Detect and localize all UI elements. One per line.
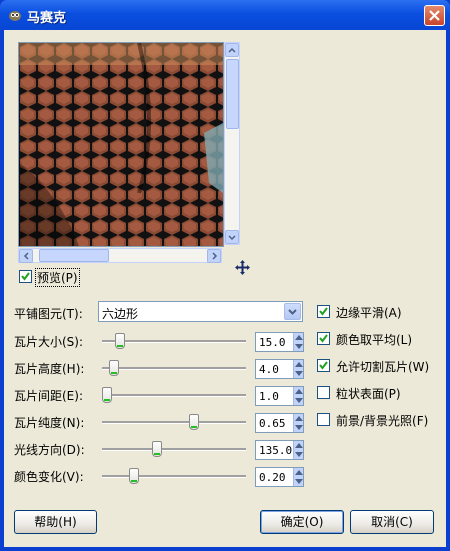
option-label-fg-bg-lighting[interactable]: 前景/背景光照(F) bbox=[336, 412, 428, 429]
spin-down-button[interactable] bbox=[293, 450, 303, 459]
triangle-up-icon bbox=[295, 389, 303, 394]
tile-size-slider-handle[interactable] bbox=[115, 333, 126, 349]
tile-height-value[interactable]: 4.0 bbox=[259, 363, 279, 376]
triangle-down-icon bbox=[295, 425, 303, 430]
tile-spacing-slider-handle[interactable] bbox=[102, 387, 112, 403]
move-navigate-icon[interactable] bbox=[235, 260, 250, 275]
scroll-right-button[interactable] bbox=[207, 249, 221, 263]
preview-checkbox[interactable] bbox=[19, 270, 32, 283]
light-direction-slider-track[interactable] bbox=[102, 448, 246, 451]
tile-primitive-value: 六边形 bbox=[102, 307, 139, 321]
cancel-button[interactable]: 取消(C) bbox=[350, 510, 434, 534]
dialog-window: 马赛克 预览(P) 平铺图元(T): 六边形 瓦片大小(S): 15.0 瓦片高… bbox=[0, 0, 450, 551]
tile-neatness-spinbox[interactable]: 0.65 bbox=[255, 413, 304, 433]
triangle-down-icon bbox=[295, 371, 303, 376]
checkmark-icon bbox=[21, 272, 30, 281]
chevron-down-icon bbox=[228, 235, 236, 241]
gimp-icon bbox=[9, 11, 21, 21]
color-variation-slider-track[interactable] bbox=[102, 475, 246, 478]
tile-spacing-spinbox[interactable]: 1.0 bbox=[255, 386, 304, 406]
dropdown-button[interactable] bbox=[284, 303, 301, 320]
preview-image[interactable] bbox=[18, 42, 224, 247]
ok-button[interactable]: 确定(O) bbox=[260, 510, 344, 534]
tile-size-label: 瓦片大小(S): bbox=[14, 335, 84, 349]
title-bar[interactable]: 马赛克 bbox=[0, 0, 450, 30]
dialog-body: 预览(P) 平铺图元(T): 六边形 瓦片大小(S): 15.0 瓦片高度(H): 4… bbox=[4, 30, 446, 547]
option-label-antialiasing[interactable]: 边缘平滑(A) bbox=[336, 304, 402, 321]
tile-size-value[interactable]: 15.0 bbox=[259, 336, 286, 349]
spin-up-button[interactable] bbox=[293, 387, 303, 396]
color-variation-value[interactable]: 0.20 bbox=[259, 471, 286, 484]
scroll-down-button[interactable] bbox=[225, 230, 239, 244]
help-button[interactable]: 帮助(H) bbox=[14, 510, 97, 534]
spin-up-button[interactable] bbox=[293, 468, 303, 477]
option-checkbox-pitted-surfaces[interactable] bbox=[317, 386, 330, 399]
spin-up-button[interactable] bbox=[293, 414, 303, 423]
light-direction-slider-handle[interactable] bbox=[152, 441, 163, 457]
tile-height-slider-track[interactable] bbox=[102, 367, 246, 370]
color-variation-spinbox[interactable]: 0.20 bbox=[255, 467, 304, 487]
light-direction-label: 光线方向(D): bbox=[14, 443, 85, 457]
close-icon bbox=[429, 10, 440, 21]
window-title: 马赛克 bbox=[27, 11, 67, 26]
spin-up-button[interactable] bbox=[293, 360, 303, 369]
tile-neatness-value[interactable]: 0.65 bbox=[259, 417, 286, 430]
preview-label[interactable]: 预览(P) bbox=[35, 268, 80, 287]
preview-area bbox=[18, 42, 250, 276]
tile-neatness-label: 瓦片纯度(N): bbox=[14, 416, 85, 430]
scroll-left-button[interactable] bbox=[19, 249, 33, 263]
option-label-allow-split-tiles[interactable]: 允许切割瓦片(W) bbox=[336, 358, 429, 375]
spin-down-button[interactable] bbox=[293, 369, 303, 378]
tile-size-spinbox[interactable]: 15.0 bbox=[255, 332, 304, 352]
light-direction-value[interactable]: 135.0 bbox=[259, 444, 292, 457]
option-label-pitted-surfaces[interactable]: 粒状表面(P) bbox=[336, 385, 401, 402]
triangle-up-icon bbox=[295, 443, 303, 448]
triangle-up-icon bbox=[295, 470, 303, 475]
chevron-down-icon bbox=[288, 309, 297, 315]
tile-height-spinbox[interactable]: 4.0 bbox=[255, 359, 304, 379]
tile-neatness-slider-handle[interactable] bbox=[189, 414, 200, 430]
spin-down-button[interactable] bbox=[293, 396, 303, 405]
chevron-right-icon bbox=[212, 252, 218, 260]
scroll-thumb-horizontal[interactable] bbox=[39, 249, 109, 262]
triangle-up-icon bbox=[295, 335, 303, 340]
triangle-down-icon bbox=[295, 479, 303, 484]
tile-spacing-value[interactable]: 1.0 bbox=[259, 390, 279, 403]
triangle-down-icon bbox=[295, 344, 303, 349]
tile-height-label: 瓦片高度(H): bbox=[14, 362, 85, 376]
option-label-color-averaging[interactable]: 颜色取平均(L) bbox=[336, 331, 412, 348]
tile-primitive-label: 平铺图元(T): bbox=[14, 307, 83, 321]
triangle-down-icon bbox=[295, 452, 303, 457]
tile-neatness-slider-track[interactable] bbox=[102, 421, 246, 424]
preview-vertical-scrollbar[interactable] bbox=[224, 42, 240, 245]
option-checkbox-allow-split-tiles[interactable] bbox=[317, 359, 330, 372]
tile-primitive-select[interactable]: 六边形 bbox=[98, 301, 303, 322]
close-button[interactable] bbox=[424, 5, 445, 26]
spin-down-button[interactable] bbox=[293, 342, 303, 351]
checkmark-icon bbox=[319, 307, 328, 316]
light-direction-spinbox[interactable]: 135.0 bbox=[255, 440, 304, 460]
triangle-up-icon bbox=[295, 362, 303, 367]
spin-up-button[interactable] bbox=[293, 333, 303, 342]
option-checkbox-antialiasing[interactable] bbox=[317, 305, 330, 318]
option-checkbox-color-averaging[interactable] bbox=[317, 332, 330, 345]
checkmark-icon bbox=[319, 361, 328, 370]
checkmark-icon bbox=[319, 334, 328, 343]
chevron-left-icon bbox=[23, 252, 29, 260]
triangle-up-icon bbox=[295, 416, 303, 421]
scroll-up-button[interactable] bbox=[225, 43, 239, 57]
tile-spacing-label: 瓦片间距(E): bbox=[14, 389, 83, 403]
spin-down-button[interactable] bbox=[293, 477, 303, 486]
color-variation-slider-handle[interactable] bbox=[128, 468, 139, 484]
triangle-down-icon bbox=[295, 398, 303, 403]
tile-height-slider-handle[interactable] bbox=[108, 360, 119, 376]
spin-down-button[interactable] bbox=[293, 423, 303, 432]
tile-spacing-slider-track[interactable] bbox=[102, 394, 246, 397]
color-variation-label: 颜色变化(V): bbox=[14, 470, 84, 484]
preview-horizontal-scrollbar[interactable] bbox=[18, 248, 222, 263]
option-checkbox-fg-bg-lighting[interactable] bbox=[317, 413, 330, 426]
spin-up-button[interactable] bbox=[293, 441, 303, 450]
chevron-up-icon bbox=[228, 47, 236, 53]
scroll-thumb-vertical[interactable] bbox=[226, 59, 239, 129]
